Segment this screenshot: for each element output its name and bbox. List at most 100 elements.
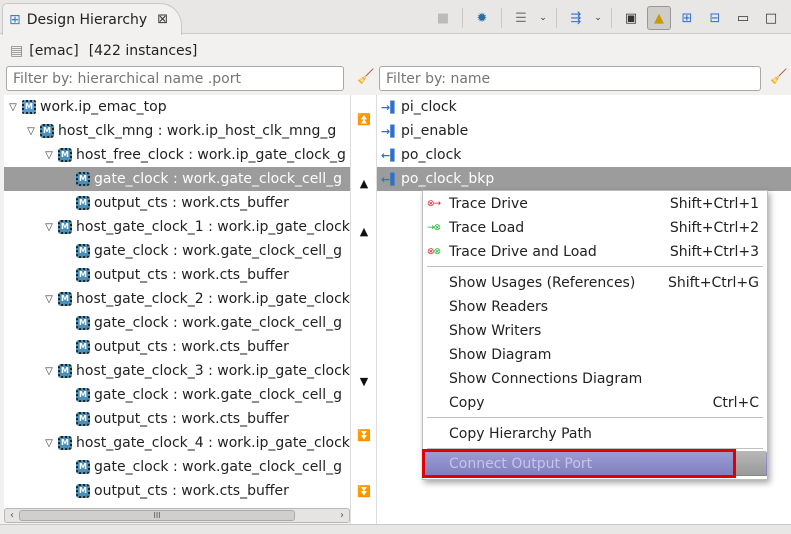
menu-show-usages[interactable]: Show Usages (References) Shift+Ctrl+G [423,271,767,295]
menu-separator [427,417,763,418]
instance-icon: M [76,388,90,402]
expand-toggle-icon[interactable]: ▽ [42,150,56,161]
list-icon[interactable]: ☰ [509,6,533,30]
menu-trace-drive[interactable]: ⊗→ Trace Drive Shift+Ctrl+1 [423,192,767,216]
menu-show-writers[interactable]: Show Writers [423,319,767,343]
trace-load-icon: →⊗ [427,223,441,233]
tree-item-label: host_free_clock : work.ip_gate_clock_g [76,147,346,163]
chevron-down-icon[interactable]: ⌄ [537,6,549,30]
expand-toggle-icon[interactable]: ▽ [42,222,56,233]
instance-icon: M [58,364,72,378]
link-with-editor-icon[interactable]: ▲ [647,6,671,30]
tree-item[interactable]: Mgate_clock : work.gate_clock_cell_g [4,455,350,479]
port-item[interactable]: →▌ pi_enable [377,119,791,143]
page-up-icon[interactable]: ▲ [357,225,371,238]
tree-item-label: host_gate_clock_1 : work.ip_gate_clock [76,219,350,235]
view-toolbar: ■ ✹ ☰ ⌄ ⇶ ⌄ ▣ ▲ ⊞ ⊟ ▭ □ [431,4,791,32]
tree-item[interactable]: Mgate_clock : work.gate_clock_cell_g [4,239,350,263]
expand-toggle-icon[interactable]: ▽ [6,102,20,113]
tree-item-label: output_cts : work.cts_buffer [94,195,289,211]
menu-show-connections-diagram[interactable]: Show Connections Diagram [423,367,767,391]
port-item[interactable]: ←▌ po_clock_bkp [377,167,791,191]
tree-item-label: gate_clock : work.gate_clock_cell_g [94,315,342,331]
menu-label: Show Usages (References) [449,275,636,291]
expand-toggle-icon[interactable]: ▽ [42,366,56,377]
tree-item[interactable]: Moutput_cts : work.cts_buffer [4,263,350,287]
instance-icon: M [76,412,90,426]
menu-trace-load[interactable]: →⊗ Trace Load Shift+Ctrl+2 [423,216,767,240]
port-filter-input[interactable] [379,66,761,91]
menu-copy-hierarchy-path[interactable]: Copy Hierarchy Path [423,422,767,446]
scroll-right-icon[interactable]: › [335,510,349,521]
scroll-left-icon[interactable]: ‹ [5,510,19,521]
menu-copy[interactable]: Copy Ctrl+C [423,391,767,415]
tree-item[interactable]: ▽ Mhost_gate_clock_3 : work.ip_gate_clock [4,359,350,383]
minimize-icon[interactable]: ▭ [731,6,755,30]
bottom-tab-bar [0,524,791,534]
scrollbar-grip: III [153,511,161,520]
go-top-icon[interactable]: ⏫ [357,113,371,126]
menu-highlight-tail [736,451,766,475]
tree-item[interactable]: ▽ Mhost_gate_clock_2 : work.ip_gate_clock [4,287,350,311]
stop-icon[interactable]: ■ [431,6,455,30]
columns-icon[interactable]: ⇶ [564,6,588,30]
design-info: ▤ [emac] [422 instances] [10,40,197,62]
go-up-icon[interactable]: ▲ [357,177,371,190]
scrollbar-thumb[interactable]: III [19,510,295,521]
menu-shortcut: Ctrl+C [712,395,759,411]
toolbar-separator [501,8,502,28]
diagram-icon[interactable]: ▣ [619,6,643,30]
tree-item-label: output_cts : work.cts_buffer [94,267,289,283]
clear-filter-icon[interactable]: 🧹 [357,69,374,85]
input-port-icon: →▌ [381,124,399,138]
tree-item[interactable]: Mgate_clock : work.gate_clock_cell_g [4,383,350,407]
tab-design-hierarchy[interactable]: ⊞ Design Hierarchy ⊠ [2,3,182,35]
tree-item[interactable]: ▽ Mwork.ip_emac_top [4,95,350,119]
tree-item[interactable]: ▽ Mhost_gate_clock_4 : work.ip_gate_clock [4,431,350,455]
expand-toggle-icon[interactable]: ▽ [42,294,56,305]
expand-toggle-icon[interactable]: ▽ [42,438,56,449]
menu-trace-drive-and-load[interactable]: ⊗⊗ Trace Drive and Load Shift+Ctrl+3 [423,240,767,264]
tree-item[interactable]: Moutput_cts : work.cts_buffer [4,407,350,431]
collapse-all-icon[interactable]: ⊟ [703,6,727,30]
tree-item[interactable]: ▽ Mhost_gate_clock_1 : work.ip_gate_clock [4,215,350,239]
expand-toggle-icon[interactable]: ▽ [24,126,38,137]
tab-title: Design Hierarchy [26,11,148,28]
tree-item-label: output_cts : work.cts_buffer [94,411,289,427]
tree-item-label: work.ip_emac_top [40,99,167,115]
horizontal-scrollbar[interactable]: ‹ III › [4,508,350,523]
maximize-icon[interactable]: □ [759,6,783,30]
port-item[interactable]: →▌ pi_clock [377,95,791,119]
output-port-icon: ←▌ [381,148,399,162]
tree-item-label: gate_clock : work.gate_clock_cell_g [94,243,342,259]
tree-item[interactable]: ▽ Mhost_clk_mng : work.ip_host_clk_mng_g [4,119,350,143]
tree-item[interactable]: Moutput_cts : work.cts_buffer [4,479,350,503]
port-label: po_clock_bkp [401,171,495,187]
tree-item[interactable]: Mgate_clock : work.gate_clock_cell_g [4,167,350,191]
tree-item[interactable]: ▽ Mhost_free_clock : work.ip_gate_clock_g [4,143,350,167]
hierarchy-filter-input[interactable] [6,66,344,91]
menu-show-readers[interactable]: Show Readers [423,295,767,319]
tree-item[interactable]: Moutput_cts : work.cts_buffer [4,191,350,215]
tree-item-label: host_gate_clock_3 : work.ip_gate_clock [76,363,350,379]
menu-label: Trace Drive [449,196,528,212]
menu-show-diagram[interactable]: Show Diagram [423,343,767,367]
go-bottom-icon[interactable]: ⏬ [357,485,371,498]
trace-icon[interactable]: ✹ [470,6,494,30]
port-item[interactable]: ←▌ po_clock [377,143,791,167]
chevron-down-icon[interactable]: ⌄ [592,6,604,30]
tree-item-label: output_cts : work.cts_buffer [94,483,289,499]
go-down-icon[interactable]: ⏬ [357,429,371,442]
close-icon[interactable]: ⊠ [157,12,168,27]
instance-icon: M [76,268,90,282]
toolbar-separator [611,8,612,28]
tree-item-label: output_cts : work.cts_buffer [94,339,289,355]
tree-item[interactable]: Moutput_cts : work.cts_buffer [4,335,350,359]
tree-item[interactable]: Mgate_clock : work.gate_clock_cell_g [4,311,350,335]
expand-all-icon[interactable]: ⊞ [675,6,699,30]
instance-icon: M [76,244,90,258]
instance-icon: M [76,172,90,186]
page-down-icon[interactable]: ▼ [357,375,371,388]
clear-filter-icon[interactable]: 🧹 [770,69,787,85]
hierarchy-tree[interactable]: ▽ Mwork.ip_emac_top ▽ Mhost_clk_mng : work.… [4,95,350,509]
